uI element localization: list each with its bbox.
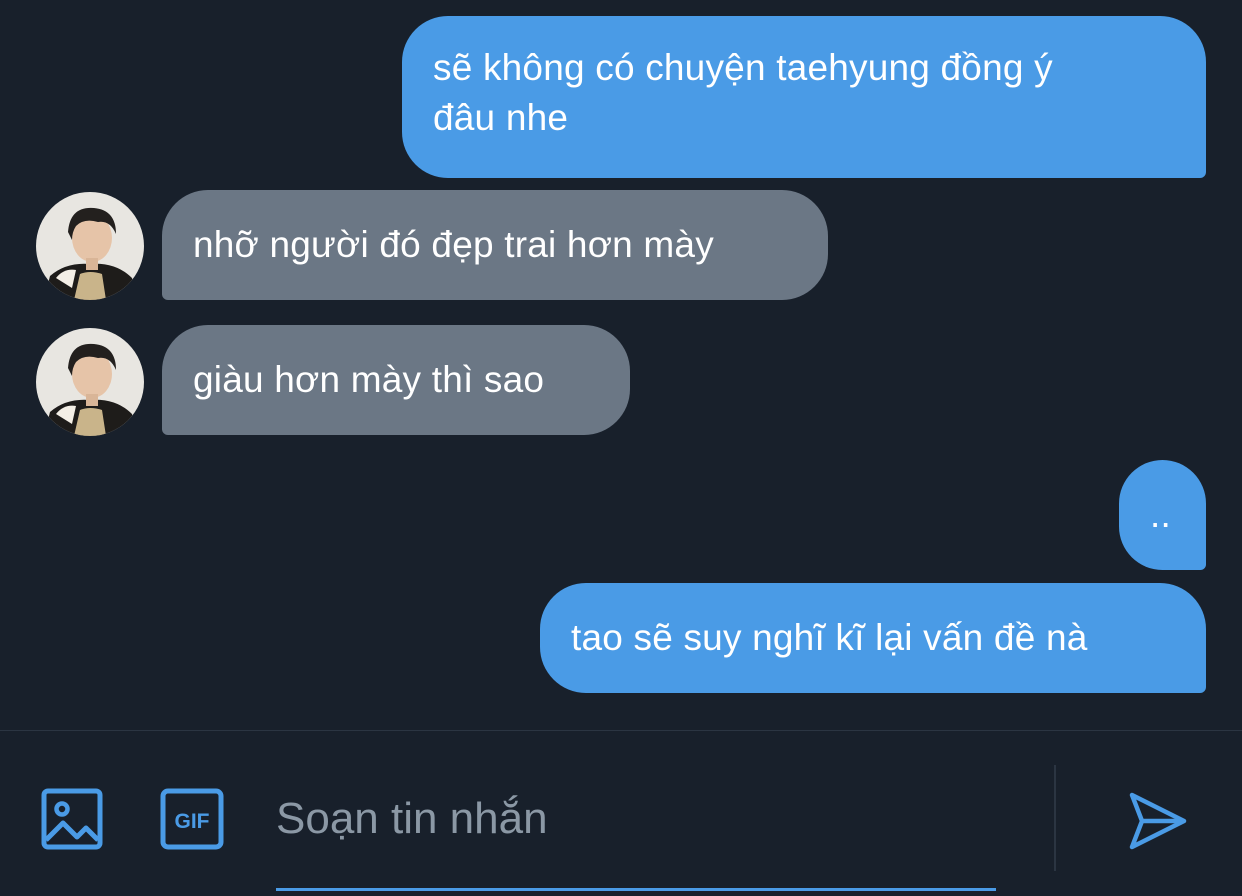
outgoing-message-bubble[interactable]: sẽ không có chuyện taehyung đồng ý đâu n… (402, 16, 1206, 178)
composer-divider (1054, 765, 1056, 871)
message-thread[interactable]: sẽ không có chuyện taehyung đồng ý đâu n… (0, 0, 1242, 730)
message-input-wrapper (276, 781, 996, 891)
add-photo-button[interactable] (36, 783, 108, 855)
send-icon (1129, 792, 1187, 850)
outgoing-message-bubble[interactable]: .. (1119, 460, 1206, 570)
message-composer: GIF (0, 730, 1242, 896)
message-text: .. (1150, 494, 1171, 535)
avatar-photo-icon (36, 192, 144, 300)
outgoing-message-bubble[interactable]: tao sẽ suy nghĩ kĩ lại vấn đề nà (540, 583, 1206, 693)
gif-icon: GIF (160, 788, 224, 850)
sender-avatar[interactable] (36, 192, 144, 300)
add-gif-button[interactable]: GIF (156, 783, 228, 855)
message-text-line: sẽ không có chuyện taehyung đồng ý (433, 47, 1053, 88)
input-focus-underline (276, 888, 996, 891)
message-text-line: đâu nhe (433, 97, 569, 138)
sender-avatar[interactable] (36, 328, 144, 436)
dm-conversation-screen: sẽ không có chuyện taehyung đồng ý đâu n… (0, 0, 1242, 896)
message-text: nhỡ người đó đẹp trai hơn mày (193, 224, 714, 265)
avatar-photo-icon (36, 328, 144, 436)
send-button[interactable] (1118, 781, 1198, 861)
incoming-message-bubble[interactable]: giàu hơn mày thì sao (162, 325, 630, 435)
svg-text:GIF: GIF (175, 810, 210, 833)
message-text: giàu hơn mày thì sao (193, 359, 545, 400)
image-icon (41, 788, 103, 850)
message-text: tao sẽ suy nghĩ kĩ lại vấn đề nà (571, 617, 1088, 658)
message-input[interactable] (276, 781, 996, 857)
incoming-message-bubble[interactable]: nhỡ người đó đẹp trai hơn mày (162, 190, 828, 300)
